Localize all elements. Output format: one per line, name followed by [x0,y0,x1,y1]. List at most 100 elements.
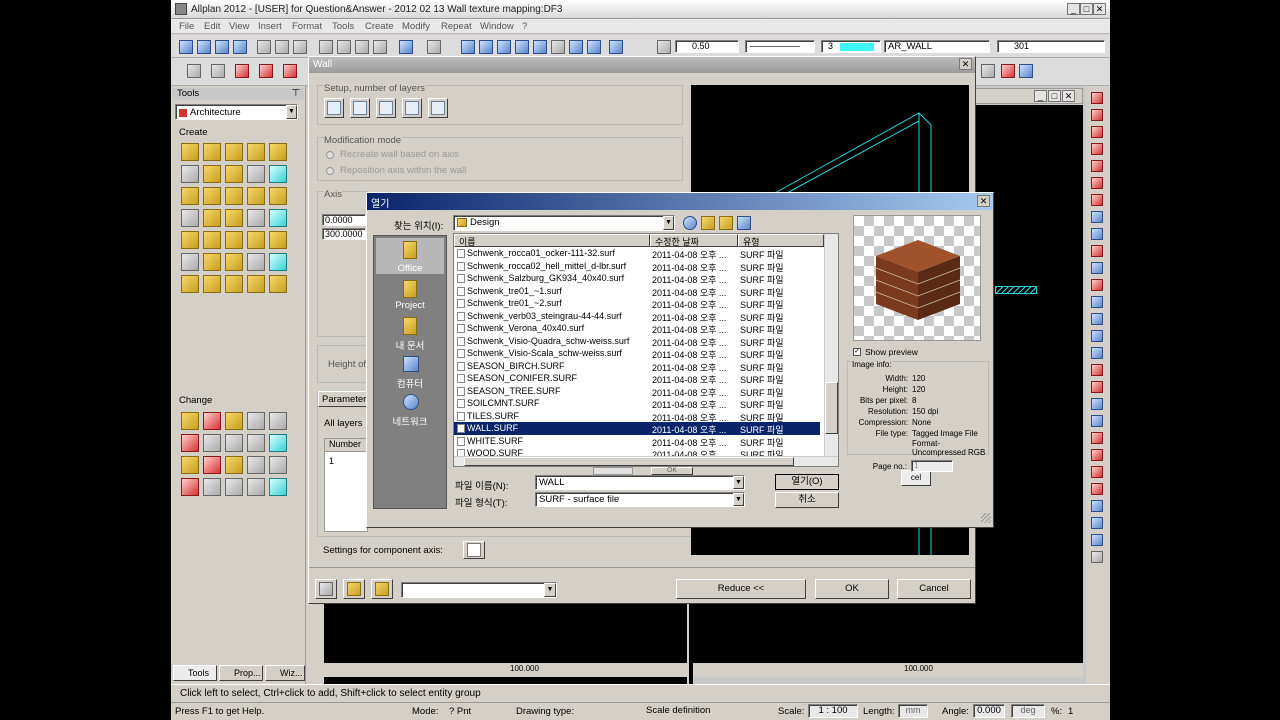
create-tool-icon[interactable] [247,275,265,293]
open-close-button[interactable]: ✕ [977,195,990,207]
save-icon[interactable] [215,40,229,54]
file-row[interactable]: SOILCMNT.SURF 2011-04-08 오후 ... SURF 파일 [454,397,820,410]
file-row[interactable]: Schwenk_Salzburg_GK934_40x40.surf 2011-04… [454,272,820,285]
number-column[interactable]: Number [325,439,367,452]
horizontal-scroll-thumb[interactable] [464,457,794,466]
3d-icon[interactable] [551,40,565,54]
file-row[interactable]: Schwenk_tre01_~2.surf 2011-04-08 오후 ... SU… [454,297,820,310]
print-icon[interactable] [257,40,271,54]
wall-tool-icon[interactable] [187,64,201,78]
filename-chevron-icon[interactable]: ▼ [733,476,744,489]
file-row[interactable]: Schwenk_tre01_~1.surf 2011-04-08 오후 ... SU… [454,285,820,298]
page-no-input[interactable]: 1 [911,460,953,472]
layers-1-button[interactable] [324,98,344,118]
right-tool-icon[interactable] [1091,330,1103,342]
change-tool-icon[interactable] [225,456,243,474]
create-tool-icon[interactable] [269,231,287,249]
create-tool-icon[interactable] [225,231,243,249]
create-tool-icon[interactable] [269,143,287,161]
file-row[interactable]: SEASON_BIRCH.SURF 2011-04-08 오후 ... SURF 파… [454,360,820,373]
right-tool-icon[interactable] [1091,160,1103,172]
create-tool-icon[interactable] [203,143,221,161]
file-row[interactable]: Schwenk_verb03_steingrau-44-44.surf 2011-… [454,310,820,323]
fileset-icon[interactable] [515,40,529,54]
save-all-icon[interactable] [233,40,247,54]
new-icon[interactable] [179,40,193,54]
create-tool-icon[interactable] [203,231,221,249]
create-tool-icon[interactable] [181,187,199,205]
create-tool-icon[interactable] [203,209,221,227]
minimize-button[interactable]: _ [1067,3,1080,15]
layer-icon[interactable] [497,40,511,54]
create-tool-icon[interactable] [247,231,265,249]
eyedropper-icon[interactable] [657,40,671,54]
right-tool-icon[interactable] [1091,500,1103,512]
status-length-value[interactable]: mm [898,704,928,718]
cancel-tool-icon[interactable] [1019,64,1033,78]
create-tool-icon[interactable] [225,187,243,205]
change-tool-icon[interactable] [181,478,199,496]
right-tool-icon[interactable] [1091,228,1103,240]
place-network[interactable]: 네트워크 [376,392,444,428]
lookin-chevron-icon[interactable]: ▼ [663,216,674,230]
arrow-tool-icon[interactable] [283,64,297,78]
open-icon[interactable] [197,40,211,54]
change-tool-icon[interactable] [203,412,221,430]
window-icon[interactable] [609,40,623,54]
menu-create[interactable]: Create [365,21,394,32]
vertical-scroll-thumb[interactable] [825,382,838,434]
eyedropper-button[interactable] [315,579,337,599]
grid-icon[interactable] [533,40,547,54]
pen-select[interactable]: 0.50 [675,40,739,53]
right-tool-icon[interactable] [1091,262,1103,274]
redo-icon[interactable] [427,40,441,54]
preview-icon[interactable] [275,40,289,54]
tab-parameter[interactable]: Parameter [318,391,372,407]
right-tool-icon[interactable] [1091,517,1103,529]
menu-window[interactable]: Window [480,21,514,32]
settings-button[interactable] [463,541,485,559]
file-row[interactable]: Schwenk_rocca01_ocker-111-32.surf 2011-04… [454,247,820,260]
reduce-button[interactable]: Reduce << [676,579,806,599]
module-select[interactable]: Architecture ▼ [175,104,298,120]
hidden-cancel-button[interactable]: cel [901,470,931,486]
right-tool-icon[interactable] [1091,143,1103,155]
lookin-select[interactable]: Design ▼ [453,215,675,231]
right-tool-icon[interactable] [1091,449,1103,461]
open-favorite-button[interactable] [343,579,365,599]
vp-minimize-button[interactable]: _ [1034,90,1047,102]
create-tool-icon[interactable] [225,143,243,161]
right-tool-icon[interactable] [1091,364,1103,376]
tab-tools[interactable]: Tools [173,665,217,681]
column-date[interactable]: 수정한 날짜 [650,234,738,247]
right-tool-icon[interactable] [1091,177,1103,189]
direction-icon[interactable] [211,64,225,78]
tab-wizard[interactable]: Wiz... [265,665,305,681]
change-tool-icon[interactable] [181,434,199,452]
column-name[interactable]: 이름 [454,234,650,247]
change-tool-icon[interactable] [203,456,221,474]
create-tool-icon[interactable] [225,209,243,227]
render-icon[interactable] [569,40,583,54]
reposition-radio[interactable] [326,167,334,175]
delete-point-icon[interactable] [235,64,249,78]
create-tool-icon[interactable] [203,253,221,271]
right-tool-icon[interactable] [1091,245,1103,257]
create-tool-icon[interactable] [247,187,265,205]
place-documents[interactable]: 내 문서 [376,316,444,352]
right-tool-icon[interactable] [1091,279,1103,291]
file-row[interactable]: WHITE.SURF 2011-04-08 오후 ... SURF 파일 [454,435,820,448]
change-tool-icon[interactable] [269,412,287,430]
change-tool-icon[interactable] [269,434,287,452]
create-tool-icon[interactable] [181,209,199,227]
menu-insert[interactable]: Insert [258,21,282,32]
menu-tools[interactable]: Tools [332,21,354,32]
maximize-button[interactable]: □ [1080,3,1093,15]
change-tool-icon[interactable] [269,456,287,474]
right-tool-icon[interactable] [1091,551,1103,563]
chevron-down-icon[interactable]: ▼ [286,105,297,119]
change-tool-icon[interactable] [225,478,243,496]
undo-icon[interactable] [399,40,413,54]
right-tool-icon[interactable] [1091,211,1103,223]
layers-3-button[interactable] [376,98,396,118]
